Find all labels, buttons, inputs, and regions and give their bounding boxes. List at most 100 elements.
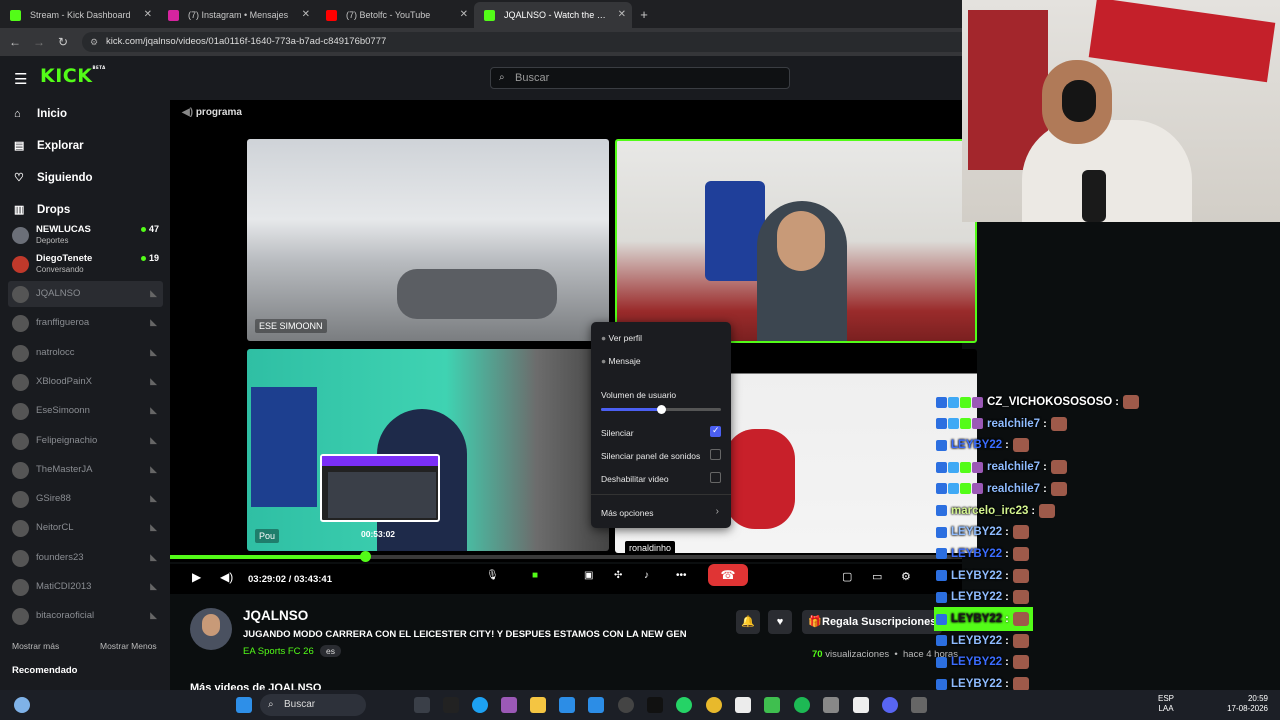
language-tag[interactable]: es — [320, 645, 341, 657]
sidebar-channel-live[interactable]: DiegoTenete Conversando 19 — [8, 251, 163, 277]
forward-icon[interactable]: → — [30, 33, 48, 51]
tiktok-icon[interactable] — [647, 697, 663, 713]
show-more-button[interactable]: Mostrar más — [12, 641, 59, 651]
chat-username[interactable]: LEYBY22 — [951, 548, 1002, 560]
view-profile-item[interactable]: ● Ver perfil — [601, 333, 642, 343]
message-item[interactable]: ● Mensaje — [601, 356, 641, 366]
sidebar-channel-offline[interactable]: TheMasterJA ◣ — [8, 457, 163, 483]
language-indicator[interactable]: ESP LAA — [1158, 694, 1174, 714]
sidebar-channel-offline[interactable]: EseSimoonn ◣ — [8, 398, 163, 424]
app-icon-3[interactable] — [735, 697, 751, 713]
taskbar-search[interactable]: ⌕ Buscar — [260, 694, 366, 716]
chat-username[interactable]: LEYBY22 — [951, 439, 1002, 451]
disable-video-item[interactable]: Deshabilitar video — [601, 474, 669, 484]
edge-icon[interactable] — [472, 697, 488, 713]
search-input[interactable]: ⌕ Buscar — [490, 67, 790, 89]
file-explorer-icon[interactable] — [530, 697, 546, 713]
nav-item-inicio[interactable]: ⌂ Inicio — [14, 104, 67, 124]
spotify-icon[interactable] — [794, 697, 810, 713]
app-icon-1[interactable] — [443, 697, 459, 713]
nav-item-drops[interactable]: ▥ Drops — [14, 200, 70, 220]
play-icon[interactable]: ▶ — [192, 570, 201, 584]
chat-username[interactable]: LEYBY22 — [951, 678, 1002, 690]
chat-username[interactable]: LEYBY22 — [951, 591, 1002, 603]
close-tab-icon[interactable]: ✕ — [618, 2, 626, 28]
reload-icon[interactable]: ↻ — [54, 33, 72, 51]
call-tile-1[interactable]: ESE SIMOONN — [247, 139, 609, 341]
nav-item-siguiendo[interactable]: ♡ Siguiendo — [14, 168, 93, 188]
clip-icon[interactable]: ▢ — [842, 570, 852, 583]
chat-username[interactable]: realchile7 — [987, 483, 1040, 495]
sidebar-channel-offline[interactable]: JQALNSO ◣ — [8, 281, 163, 307]
sidebar-channel-offline[interactable]: NeitorCL ◣ — [8, 515, 163, 541]
sidebar-channel-offline[interactable]: franffigueroa ◣ — [8, 310, 163, 336]
chat-username[interactable]: LEYBY22 — [951, 570, 1002, 582]
mute-checkbox[interactable] — [710, 425, 721, 437]
app-icon-5[interactable] — [823, 697, 839, 713]
video-player[interactable]: ◀) programa ESE SIMOONN Pou ronaldinho ●… — [170, 100, 977, 562]
weather-icon[interactable] — [14, 697, 30, 713]
category-link[interactable]: EA Sports FC 26 — [243, 646, 314, 657]
sidebar-channel-offline[interactable]: Felipeignachio ◣ — [8, 428, 163, 454]
volume-slider[interactable] — [601, 405, 721, 414]
close-tab-icon[interactable]: ✕ — [144, 2, 152, 28]
task-view-icon[interactable] — [414, 697, 430, 713]
mute-item[interactable]: Silenciar — [601, 428, 634, 438]
seek-bar-knob[interactable] — [359, 551, 371, 562]
close-tab-icon[interactable]: ✕ — [302, 2, 310, 28]
browser-tab[interactable]: (7) Betolfc - YouTube ✕ — [316, 2, 474, 28]
chat-username[interactable]: LEYBY22 — [951, 635, 1002, 647]
mute-soundboard-checkbox[interactable] — [710, 449, 721, 460]
notification-bell-icon[interactable]: 🔔 — [736, 610, 760, 634]
address-bar[interactable]: ⚙ kick.com/jqalnso/videos/01a0116f-1640-… — [82, 32, 982, 52]
gift-subs-button[interactable]: 🎁 Regala Suscripciones — [802, 610, 942, 634]
sidebar-channel-offline[interactable]: bitacoraoficial ◣ — [8, 603, 163, 629]
app-icon-4[interactable] — [764, 697, 780, 713]
new-tab-icon[interactable]: + — [632, 2, 656, 28]
theater-icon[interactable]: ▭ — [872, 570, 882, 583]
chat-username[interactable]: LEYBY22 — [951, 613, 1002, 625]
share-screen-icon[interactable]: ▣ — [584, 570, 593, 581]
seek-bar[interactable] — [170, 551, 962, 562]
chat-username[interactable]: LEYBY22 — [951, 656, 1002, 668]
close-tab-icon[interactable]: ✕ — [460, 2, 468, 28]
more-options-item[interactable]: Más opciones — [601, 508, 653, 518]
settings-icon[interactable]: ⚙ — [901, 570, 911, 583]
sidebar-channel-offline[interactable]: natrolocc ◣ — [8, 340, 163, 366]
hang-up-button[interactable]: ☎ — [708, 564, 748, 586]
follow-heart-icon[interactable]: ♥ — [768, 610, 792, 634]
volume-thumb[interactable] — [657, 405, 666, 414]
copilot-icon[interactable] — [501, 697, 517, 713]
app-icon-2[interactable] — [588, 697, 604, 713]
call-tile-2[interactable] — [615, 139, 977, 343]
browser-tab[interactable]: Stream - Kick Dashboard ✕ — [0, 2, 158, 28]
site-info-icon[interactable]: ⚙ — [90, 32, 98, 52]
sidebar-channel-live[interactable]: NEWLUCAS Deportes 47 — [8, 222, 163, 248]
disable-video-checkbox[interactable] — [710, 472, 721, 483]
windows-start-icon[interactable] — [236, 697, 252, 713]
sidebar-channel-offline[interactable]: MatiCDI2013 ◣ — [8, 574, 163, 600]
soundboard-icon[interactable]: ♪ — [644, 570, 649, 581]
chrome-icon[interactable] — [706, 697, 722, 713]
mic-icon[interactable]: 🎙 — [486, 570, 499, 581]
sidebar-channel-offline[interactable]: founders23 ◣ — [8, 545, 163, 571]
chat-username[interactable]: LEYBY22 — [951, 526, 1002, 538]
settings-app-icon[interactable] — [911, 697, 927, 713]
more-icon[interactable]: ••• — [676, 570, 687, 581]
menu-icon[interactable]: ☰ — [14, 70, 27, 88]
notepad-icon[interactable] — [853, 697, 869, 713]
show-less-button[interactable]: Mostrar Menos — [100, 641, 157, 651]
back-icon[interactable]: ← — [6, 33, 24, 51]
channel-name[interactable]: JQALNSO — [243, 608, 308, 623]
nav-item-explorar[interactable]: ▤ Explorar — [14, 136, 84, 156]
whatsapp-icon[interactable] — [676, 697, 692, 713]
chat-username[interactable]: CZ_VICHOKOSOSOSO — [987, 396, 1112, 408]
camera-icon[interactable]: ■ — [532, 570, 538, 581]
browser-tab[interactable]: JQALNSO - Watch the VOD on ✕ — [474, 2, 632, 28]
discord-icon[interactable] — [882, 697, 898, 713]
obs-icon[interactable] — [618, 697, 634, 713]
volume-icon[interactable]: ◀) — [220, 570, 233, 584]
browser-tab[interactable]: (7) Instagram • Mensajes ✕ — [158, 2, 316, 28]
store-icon[interactable] — [559, 697, 575, 713]
activities-icon[interactable]: ✣ — [614, 570, 622, 581]
